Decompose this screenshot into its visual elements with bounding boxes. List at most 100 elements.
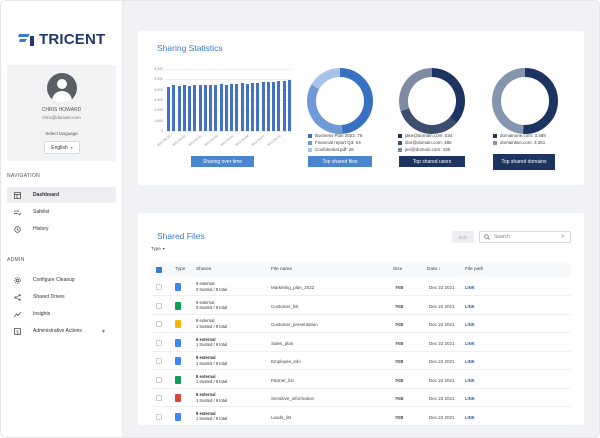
tricent-logo-icon [18,32,36,46]
sidebar-item-shared-drives[interactable]: Shared Drives [7,289,116,305]
table-row[interactable]: 8 external 1 trusted / 9 total Sensitive_i… [151,389,571,407]
row-checkbox[interactable] [156,395,162,401]
column-header-type[interactable]: Type [175,267,185,272]
donut-slice[interactable] [339,68,373,134]
edit-button[interactable]: Edit [452,231,474,243]
sidebar-item-safelist[interactable]: Safelist [7,204,116,220]
bar[interactable] [182,85,186,131]
row-checkbox[interactable] [156,358,162,364]
sidebar: TRICENT CHRIS HOWARD chris@domain.com Se… [1,1,123,437]
donut-slice[interactable] [311,68,341,90]
bar[interactable] [251,83,255,131]
file-path-link[interactable]: LINK [465,415,475,420]
table-row[interactable]: 8 external 1 trusted / 9 total Leads_list 7… [151,408,571,426]
column-header-file-name[interactable]: File name [271,267,292,272]
donut-slice[interactable] [400,108,457,134]
sidebar-item-administrative-actions[interactable]: $ Administrative Actions ▾ [7,323,116,339]
donut-slice[interactable] [492,68,526,134]
row-checkbox[interactable] [156,376,162,383]
bar[interactable] [198,85,202,131]
donut-slice[interactable] [307,84,343,134]
column-header-size[interactable]: Size [393,267,402,272]
bar[interactable] [235,83,239,131]
language-select[interactable]: English ▾ [44,141,80,154]
file-path-link[interactable]: LINK [465,322,475,327]
table-row[interactable]: 9 external 0 trusted / 9 total Marketing_p… [151,278,571,296]
search-field[interactable]: Search × [479,231,571,243]
shares-cell: 8 external 1 trusted / 9 total [196,355,228,366]
brand-logo[interactable]: TRICENT [18,29,105,49]
top-shared-files-button[interactable]: Top shared files [308,156,372,167]
history-icon [13,225,21,233]
file-path-link[interactable]: LINK [465,304,475,309]
row-checkbox[interactable] [156,321,162,327]
bar[interactable] [209,84,213,131]
bar[interactable] [193,84,197,131]
file-path-link[interactable]: LINK [465,378,475,383]
file-path-link[interactable]: LINK [465,359,475,364]
bar[interactable] [188,85,192,131]
top-shared-users-button[interactable]: Top shared users [399,156,465,167]
sheet-file-icon [175,375,181,384]
avatar[interactable] [47,73,77,103]
bar[interactable] [167,86,171,131]
search-input[interactable]: Search [494,234,561,240]
bar[interactable] [272,81,276,131]
row-checkbox[interactable] [156,302,162,309]
bar[interactable] [224,84,228,131]
donut-slice[interactable] [522,68,558,134]
file-size-cell: 7KB [395,414,404,420]
select-all-checkbox[interactable] [156,267,162,273]
top-shared-files-legend: Business Plan 2022: 76 Financial report … [308,132,362,153]
bar[interactable] [277,81,281,131]
bar[interactable] [219,84,223,131]
file-name-cell: Marketing_plan_2022 [271,285,315,290]
close-icon[interactable]: × [561,234,567,240]
bar[interactable] [177,85,181,131]
row-checkbox[interactable] [156,339,162,346]
file-path-link[interactable]: LINK [465,396,475,401]
bar[interactable] [203,84,207,131]
file-name-cell: Customer_list [271,303,299,309]
table-row[interactable]: 8 external 1 trusted / 9 total Employee_in… [151,352,571,370]
sidebar-item-history[interactable]: History [7,221,116,237]
shares-cell: 9 external 0 trusted / 9 total [196,281,228,292]
column-header-shares[interactable]: Shares [196,267,211,272]
table-row[interactable]: 9 external 0 trusted / 9 total Customer_li… [151,297,571,315]
top-shared-files-donut [307,68,373,134]
bar[interactable] [287,80,291,131]
bar[interactable] [266,82,270,131]
bar[interactable] [245,83,249,131]
type-filter-dropdown[interactable]: Type ▾ [151,246,165,251]
legend-entry: Confidential.pdf: 26 [308,146,362,153]
column-header-date[interactable]: Date ↓ [427,267,441,272]
column-header-file-path[interactable]: File path [465,267,483,272]
bar[interactable] [256,82,260,131]
file-path-link[interactable]: LINK [465,285,475,290]
bar[interactable] [172,85,176,131]
bar[interactable] [230,84,234,131]
sidebar-item-insights[interactable]: Insights [7,306,116,322]
table-row[interactable]: 9 external 1 trusted / 9 total Customer_pr… [151,315,571,333]
file-date-cell: Dec 22 2021 [429,340,455,346]
bar[interactable] [214,84,218,131]
file-name-cell: Customer_presentation [271,322,318,327]
sharing-over-time-button[interactable]: Sharing over time [191,156,254,167]
top-shared-domains-button[interactable]: Top shared domains [493,154,555,170]
sidebar-item-dashboard[interactable]: Dashboard [7,187,116,203]
sheet-file-icon [175,301,181,310]
bar[interactable] [240,83,244,131]
table-row[interactable]: 8 external 1 trusted / 9 total Partner_lis… [151,371,571,389]
sidebar-item-configure-cleanup[interactable]: Configure Cleanup [7,272,116,288]
row-checkbox[interactable] [156,284,162,290]
file-path-link[interactable]: LINK [465,341,475,346]
bar[interactable] [261,82,265,131]
search-icon [484,234,490,240]
bar[interactable] [282,80,286,131]
top-shared-domains-legend: domainone.com: 3,488 domaintwo.com: 3,35… [493,132,546,146]
row-checkbox[interactable] [156,413,162,420]
donut-slice[interactable] [399,68,433,111]
table-row[interactable]: 8 external 1 trusted / 9 total Sales_plan 7… [151,334,571,352]
file-size-cell: 7KB [395,377,404,383]
donut-slice[interactable] [431,68,465,124]
